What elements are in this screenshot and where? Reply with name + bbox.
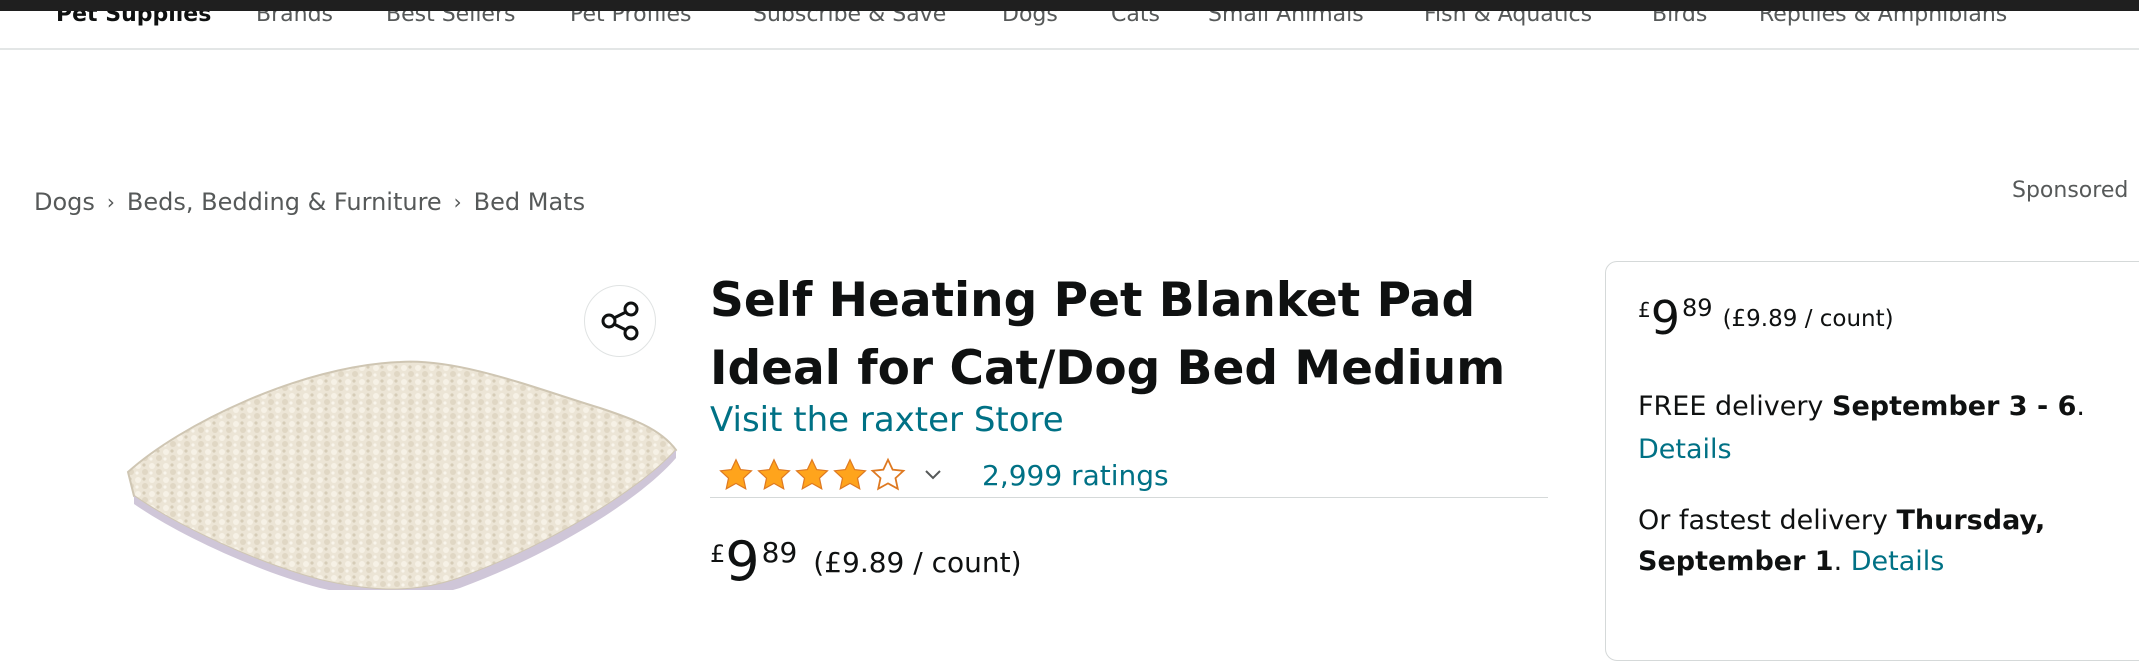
subnav-item-best-sellers[interactable]: Best Sellers <box>386 11 515 27</box>
fastest-details-link[interactable]: Details <box>1851 546 1945 577</box>
star-rating[interactable] <box>718 457 908 493</box>
price-fraction: 89 <box>761 536 798 569</box>
price-per-unit: (£9.89 / count) <box>813 546 1022 579</box>
price-whole: 9 <box>725 530 760 593</box>
price-per-unit: (£9.89 / count) <box>1722 306 1894 332</box>
star-icon <box>719 458 753 490</box>
visit-store-link[interactable]: Visit the raxter Store <box>710 400 1064 440</box>
product-image[interactable] <box>120 350 680 590</box>
subnav-item-reptiles-amphibians[interactable]: Reptiles & Amphibians <box>1759 11 2007 27</box>
fastest-date: September 1 <box>1638 546 1834 577</box>
delivery-details-link[interactable]: Details <box>1638 434 1732 465</box>
subnav-item-brands[interactable]: Brands <box>256 11 333 27</box>
star-icon <box>833 458 867 490</box>
category-subnav: Pet Supplies Brands Best Sellers Pet Pro… <box>0 11 2139 50</box>
fastest-delivery-line: Or fastest delivery Thursday, <box>1638 500 2045 542</box>
star-icon <box>795 458 829 490</box>
breadcrumb-separator: › <box>453 190 462 214</box>
fastest-delivery-line-2: September 1. Details <box>1638 541 1944 583</box>
delivery-suffix: . <box>2076 391 2085 422</box>
subnav-item-birds[interactable]: Birds <box>1652 11 1707 27</box>
fastest-date-day: Thursday, <box>1896 505 2046 536</box>
ratings-count-link[interactable]: 2,999 ratings <box>982 459 1169 492</box>
chevron-down-icon[interactable] <box>924 469 942 481</box>
share-icon <box>601 301 639 341</box>
star-icon <box>870 457 906 491</box>
subnav-item-pet-profiles[interactable]: Pet Profiles <box>570 11 692 27</box>
buy-box: £ 9 89 (£9.89 / count) FREE delivery Sep… <box>1605 261 2139 661</box>
top-nav-bar <box>0 0 2139 11</box>
sponsored-label[interactable]: Sponsored <box>2012 178 2128 203</box>
buybox-price: £ 9 89 (£9.89 / count) <box>1638 292 1894 344</box>
breadcrumb-separator: › <box>106 190 115 214</box>
breadcrumb: Dogs › Beds, Bedding & Furniture › Bed M… <box>34 188 585 216</box>
subnav-item-cats[interactable]: Cats <box>1111 11 1160 27</box>
price-fraction: 89 <box>1682 294 1713 322</box>
share-button[interactable] <box>584 285 656 357</box>
product-price: £ 9 89 (£9.89 / count) <box>710 532 1022 592</box>
subnav-item-pet-supplies[interactable]: Pet Supplies <box>56 11 211 27</box>
free-delivery-line: FREE delivery September 3 - 6. <box>1638 386 2085 428</box>
breadcrumb-item-bed-mats[interactable]: Bed Mats <box>474 188 585 216</box>
section-divider <box>710 497 1548 498</box>
price-whole: 9 <box>1650 291 1681 345</box>
fastest-suffix: . <box>1833 546 1851 577</box>
delivery-date: September 3 - 6 <box>1832 391 2077 422</box>
breadcrumb-item-dogs[interactable]: Dogs <box>34 188 95 216</box>
rating-summary: 2,999 ratings <box>718 455 1169 495</box>
price-currency: £ <box>710 540 726 568</box>
subnav-item-subscribe-save[interactable]: Subscribe & Save <box>753 11 946 27</box>
subnav-item-fish-aquatics[interactable]: Fish & Aquatics <box>1424 11 1592 27</box>
price-currency: £ <box>1638 298 1651 322</box>
delivery-prefix: FREE delivery <box>1638 391 1832 422</box>
product-title: Self Heating Pet Blanket Pad Ideal for C… <box>710 273 1506 396</box>
delivery-details-line: Details <box>1638 429 1732 471</box>
star-icon <box>757 458 791 490</box>
breadcrumb-item-beds[interactable]: Beds, Bedding & Furniture <box>127 188 442 216</box>
subnav-item-small-animals[interactable]: Small Animals <box>1208 11 1364 27</box>
fastest-prefix: Or fastest delivery <box>1638 505 1897 536</box>
subnav-item-dogs[interactable]: Dogs <box>1002 11 1058 27</box>
